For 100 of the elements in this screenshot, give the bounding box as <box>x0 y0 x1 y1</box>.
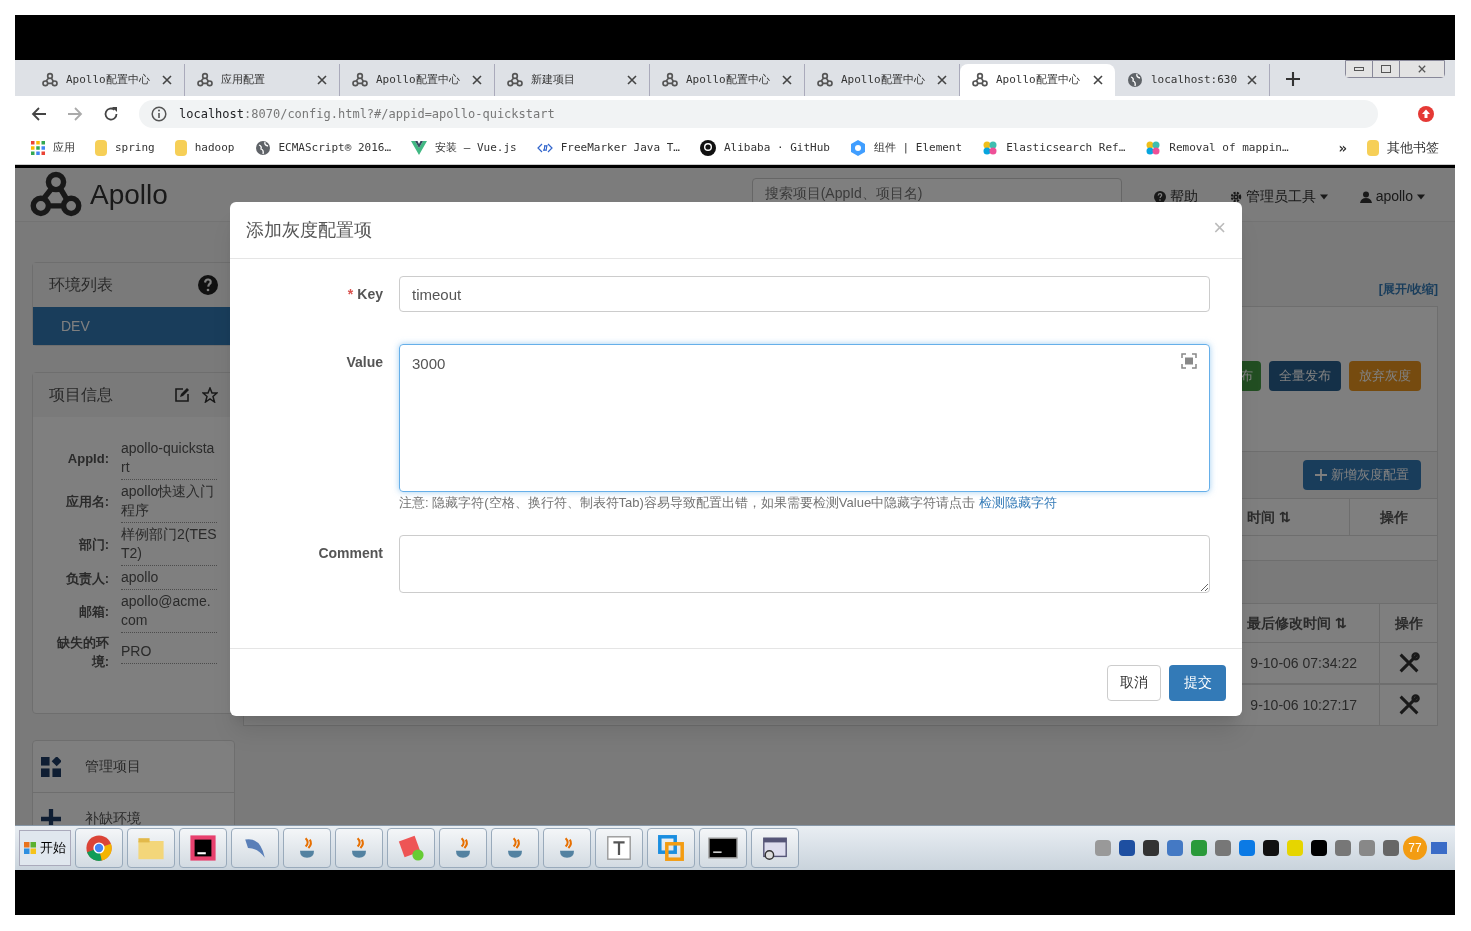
close-icon[interactable] <box>782 75 792 85</box>
info-label: AppId: <box>66 450 110 468</box>
info-value: apollo <box>121 566 217 590</box>
apollo-icon <box>197 72 213 88</box>
column-header[interactable]: 时间 ⇅ <box>1247 506 1291 528</box>
upload-icon[interactable] <box>1418 106 1434 122</box>
close-icon[interactable] <box>1247 75 1257 85</box>
key-field[interactable]: timeout <box>399 276 1210 312</box>
apollo-icon <box>662 72 678 88</box>
edit-icon[interactable] <box>174 387 190 403</box>
bookmark-item[interactable]: ECMAScript® 2016… <box>254 139 392 157</box>
dashboard-icon <box>41 756 61 777</box>
back-icon[interactable] <box>31 106 47 122</box>
close-icon[interactable] <box>317 75 327 85</box>
plus-icon <box>1315 469 1327 481</box>
more-bookmarks-button[interactable]: » <box>1338 137 1347 159</box>
tab-title: Apollo配置中心 <box>66 71 151 88</box>
bookmark-item[interactable]: 应用 <box>31 139 75 157</box>
apollo-icon <box>507 72 523 88</box>
field-label: Value <box>346 354 383 370</box>
apollo-icon <box>352 72 368 88</box>
column-header: 操作 <box>1379 507 1408 527</box>
nav-link[interactable]: 帮助 <box>1153 186 1198 207</box>
bookmark-item[interactable]: FreeMarker Java T… <box>536 139 680 157</box>
sidebar-action[interactable]: 管理项目 <box>33 741 234 793</box>
bookmark-item[interactable]: spring <box>95 139 155 157</box>
fullscreen-icon[interactable] <box>1181 353 1197 369</box>
start-button[interactable]: 开始 <box>19 830 71 866</box>
tab-title: 应用配置 <box>221 71 266 88</box>
close-icon[interactable] <box>472 75 482 85</box>
network-icon <box>1431 842 1447 854</box>
panel-title: 项目信息 <box>49 385 114 405</box>
caret-icon <box>1319 193 1328 200</box>
close-icon[interactable] <box>1093 75 1103 85</box>
bookmark-item[interactable]: hadoop <box>174 139 235 157</box>
bookmark-item[interactable]: 安装 — Vue.js <box>411 139 517 157</box>
nav-link[interactable]: apollo <box>1359 186 1425 207</box>
tab-title: Apollo配置中心 <box>686 71 771 88</box>
detect-link[interactable]: 检测隐藏字符 <box>978 495 1057 510</box>
plus-icon <box>41 808 61 825</box>
nav-label: 帮助 <box>1169 187 1198 206</box>
info-icon <box>151 106 167 122</box>
close-icon[interactable] <box>937 75 947 85</box>
bookmark-item[interactable]: 组件 | Element <box>849 139 963 157</box>
table-cell-text: 9-10-06 07:34:22 <box>1250 653 1357 673</box>
taskbar-app-button[interactable] <box>699 828 747 868</box>
caret-icon <box>1417 193 1425 200</box>
reload-icon[interactable] <box>103 106 119 122</box>
hint-text: 注意: 隐藏字符(空格、换行符、制表符Tab)容易导致配置出错，如果需要检测Value中隐藏字符请点击 检测隐藏字符 <box>399 494 1058 512</box>
nav-link[interactable]: 管理员工具 <box>1229 186 1328 207</box>
address-field[interactable]: localhost:8070/config.html?#/appid=apollo-quickstart <box>139 100 1378 128</box>
info-label: 邮箱: <box>77 603 110 621</box>
user-icon <box>1359 190 1372 203</box>
other-bookmarks-item[interactable]: 其他书签 <box>1367 138 1439 158</box>
window-controls-drawing[interactable] <box>1345 60 1445 78</box>
info-value: apollo-quickstart <box>121 437 217 480</box>
value-field[interactable]: 3000 <box>399 344 1210 492</box>
bookmark-item[interactable]: Removal of mappin… <box>1145 139 1289 157</box>
info-value: apollo快速入门程序 <box>121 480 217 523</box>
bookmark-item[interactable]: Alibaba · GitHub <box>699 139 830 157</box>
tab-title: Apollo配置中心 <box>996 71 1081 88</box>
nav-label: apollo <box>1375 187 1413 206</box>
new-tab-icon[interactable] <box>1286 72 1300 86</box>
info-label: 缺失的环境: <box>56 634 110 671</box>
github-icon <box>699 140 716 156</box>
close-icon[interactable] <box>627 75 637 85</box>
table-cell-text: 9-10-06 10:27:17 <box>1250 695 1357 715</box>
text-editor-icon <box>605 834 633 862</box>
code-icon <box>536 142 553 154</box>
taskbar-app-button[interactable] <box>179 828 227 868</box>
panel-title: 环境列表 <box>49 275 113 295</box>
windows-logo-icon <box>24 842 36 854</box>
squares-icon <box>657 834 685 862</box>
modal-title: 添加灰度配置项 <box>246 218 372 242</box>
globe-icon <box>254 140 271 156</box>
brand-name[interactable]: Apollo <box>90 173 168 216</box>
browser-tab[interactable]: Apollo配置中心 <box>960 64 1115 96</box>
bookmark-item[interactable]: Elasticsearch Ref… <box>982 139 1126 157</box>
url-text: localhost:8070/config.html?#/appid=apollo-quickstart <box>179 106 555 123</box>
apps-grid-icon <box>31 141 45 155</box>
folder-icon <box>174 140 187 156</box>
tab-title: Apollo配置中心 <box>841 71 926 88</box>
comment-field[interactable] <box>399 534 1210 593</box>
submit-button[interactable]: 提交 <box>1169 664 1226 701</box>
close-icon[interactable] <box>162 75 172 85</box>
taskbar-app-button[interactable] <box>751 828 799 868</box>
help-icon[interactable] <box>198 275 218 295</box>
column-header[interactable]: 最后修改时间 ⇅ <box>1247 612 1347 634</box>
globe-icon <box>1127 72 1143 88</box>
folder-icon <box>95 140 107 156</box>
apollo-icon <box>972 72 988 88</box>
cancel-button[interactable]: 取消 <box>1107 664 1161 701</box>
action-button[interactable]: 全量发布 <box>1269 361 1341 391</box>
flower-icon <box>1145 140 1162 156</box>
star-icon[interactable] <box>202 387 218 403</box>
apollo-icon <box>42 72 58 88</box>
ide-icon <box>189 834 217 862</box>
hexagon-icon <box>849 140 866 156</box>
tab-title: localhost:630 <box>1151 71 1239 88</box>
tab-title: 新建项目 <box>531 71 576 88</box>
